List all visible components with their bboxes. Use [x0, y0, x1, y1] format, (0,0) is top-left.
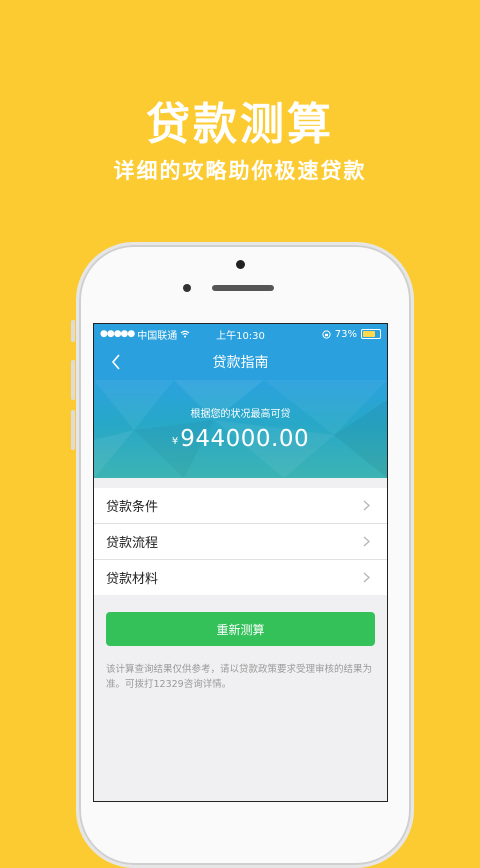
max-loan-caption: 根据您的状况最高可贷 — [190, 409, 291, 420]
wifi-icon — [180, 330, 190, 338]
phone-speaker — [212, 285, 274, 291]
status-left: ●●●●● 中国联通 — [100, 327, 190, 342]
recalculate-button[interactable]: 重新测算 — [106, 612, 375, 646]
disclaimer-text: 该计算查询结果仅供参考，请以贷款政策要求受理审核的结果为准。可拨打12329咨询… — [106, 664, 373, 690]
menu-item-loan-materials[interactable]: 贷款材料 — [94, 560, 387, 595]
nav-title: 贷款指南 — [212, 355, 269, 371]
status-right: 73% — [322, 329, 381, 340]
carrier-name: 中国联通 — [137, 330, 178, 342]
phone-mute-switch — [71, 320, 75, 342]
menu-item-label: 贷款流程 — [106, 536, 159, 551]
menu-item-label: 贷款材料 — [106, 572, 159, 587]
amount-value: 944000.00 — [180, 426, 310, 452]
signal-dots-icon: ●●●●● — [100, 329, 135, 339]
action-area: 重新测算 — [94, 595, 387, 646]
promo-title: 贷款测算 — [146, 99, 334, 150]
battery-percent: 73% — [334, 328, 357, 340]
currency-symbol: ¥ — [171, 436, 179, 447]
battery-icon — [361, 329, 381, 339]
phone-volume-down — [71, 410, 75, 450]
menu-item-loan-conditions[interactable]: 贷款条件 — [94, 488, 387, 524]
chevron-right-icon — [363, 572, 375, 584]
battery-fill — [363, 331, 375, 337]
chevron-right-icon — [363, 500, 375, 512]
phone-volume-up — [71, 360, 75, 400]
status-bar: ●●●●● 中国联通 上午10:30 73% — [94, 324, 387, 344]
nav-bar: 贷款指南 — [94, 344, 387, 380]
promo-subtitle: 详细的攻略助你极速贷款 — [113, 159, 367, 183]
phone-camera — [236, 260, 245, 269]
phone-sensor — [183, 284, 191, 292]
rotation-lock-icon — [322, 329, 331, 339]
app-screen: ●●●●● 中国联通 上午10:30 73% 贷款指南 根据您的状况最高可贷 ¥… — [93, 323, 388, 802]
max-loan-amount: ¥944000.00 — [94, 426, 387, 452]
menu-item-label: 贷款条件 — [106, 500, 159, 515]
chevron-right-icon — [363, 536, 375, 548]
menu-item-loan-process[interactable]: 贷款流程 — [94, 524, 387, 560]
back-button[interactable] — [104, 350, 128, 374]
guide-menu-list: 贷款条件 贷款流程 贷款材料 — [94, 488, 387, 595]
loan-summary-banner: 根据您的状况最高可贷 ¥944000.00 — [94, 380, 387, 478]
back-chevron-icon — [111, 354, 120, 370]
